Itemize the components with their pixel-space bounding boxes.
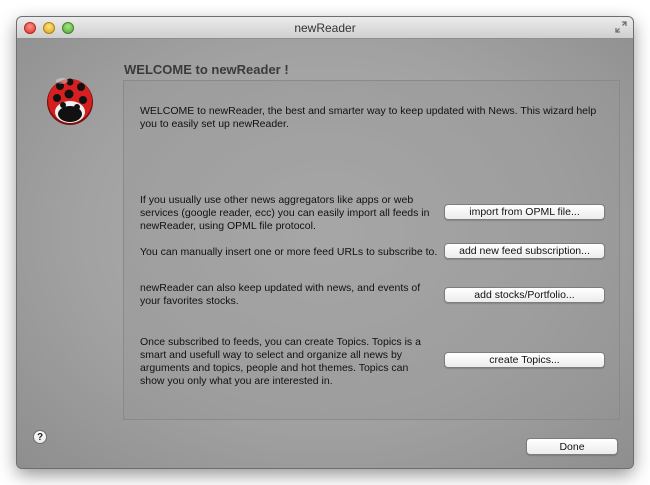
page-title: WELCOME to newReader ! xyxy=(124,62,289,77)
done-button[interactable]: Done xyxy=(526,438,618,455)
import-description: If you usually use other news aggregator… xyxy=(140,194,430,232)
help-button[interactable]: ? xyxy=(33,430,47,444)
wizard-window: newReader WELCOME to newReader ! WELCOME… xyxy=(17,17,633,468)
add-stocks-button[interactable]: add stocks/Portfolio... xyxy=(444,287,605,303)
feed-description: You can manually insert one or more feed… xyxy=(140,246,438,258)
window-title: newReader xyxy=(294,21,356,35)
topics-description: Once subscribed to feeds, you can create… xyxy=(140,336,421,387)
fullscreen-arrows-icon[interactable] xyxy=(615,21,627,33)
stocks-description: newReader can also keep updated with new… xyxy=(140,282,421,307)
import-opml-button[interactable]: import from OPML file... xyxy=(444,204,605,220)
create-topics-button[interactable]: create Topics... xyxy=(444,352,605,368)
intro-text: WELCOME to newReader, the best and smart… xyxy=(140,105,597,130)
add-feed-subscription-button[interactable]: add new feed subscription... xyxy=(444,243,605,259)
ladybug-icon xyxy=(47,78,93,125)
title-bar[interactable]: newReader xyxy=(17,17,633,39)
